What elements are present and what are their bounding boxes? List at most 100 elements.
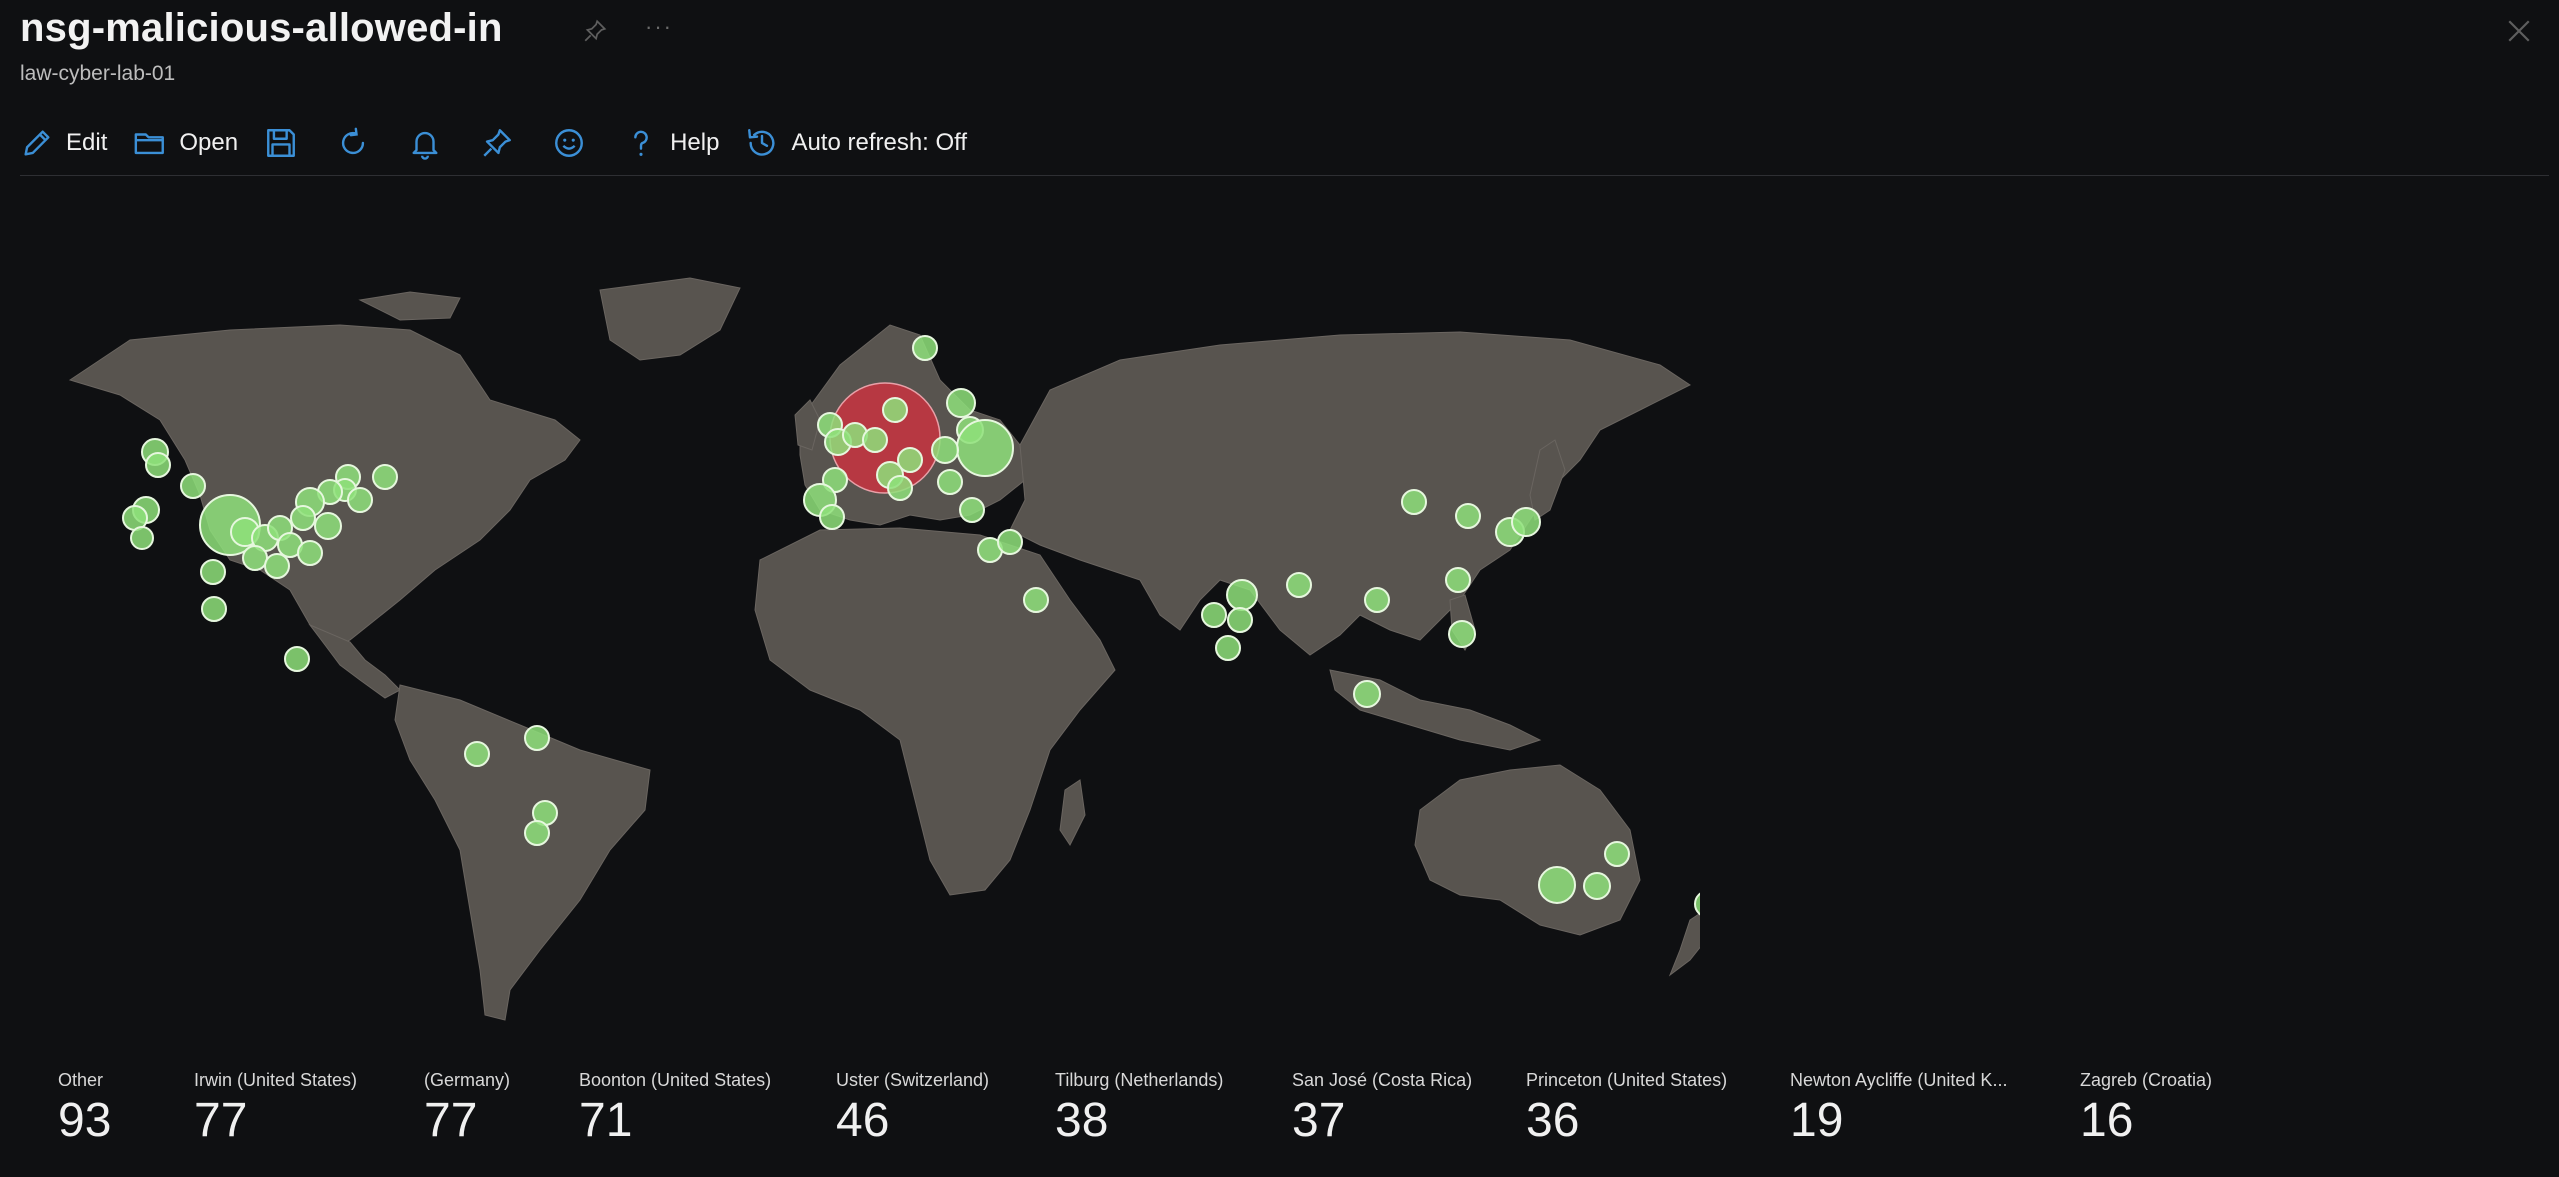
feedback-button[interactable] — [552, 118, 586, 168]
stat-label: Newton Aycliffe (United K... — [1790, 1070, 2008, 1090]
map-marker[interactable] — [1226, 579, 1258, 611]
stat-label: Tilburg (Netherlands) — [1055, 1070, 1224, 1090]
map-marker[interactable] — [1538, 866, 1576, 904]
stat-value: 36 — [1526, 1094, 1580, 1147]
alert-button[interactable] — [408, 118, 442, 168]
map-marker[interactable] — [1364, 587, 1390, 613]
auto-refresh-button[interactable]: Auto refresh: Off — [745, 118, 967, 168]
stat-value: 16 — [2080, 1094, 2134, 1147]
map-marker[interactable] — [180, 473, 206, 499]
map-marker[interactable] — [1604, 841, 1630, 867]
stat-tile[interactable]: Newton Aycliffe (United K... 19 — [1790, 1070, 2007, 1148]
new-zealand — [1668, 909, 1711, 977]
edit-label: Edit — [66, 129, 108, 156]
save-icon — [267, 129, 296, 157]
stat-value: 71 — [579, 1094, 633, 1147]
stat-label: Irwin (United States) — [194, 1070, 358, 1090]
top-locations-strip: Other 93 Irwin (United States) 77 (Germa… — [0, 1070, 2559, 1177]
stat-tile[interactable]: Other 93 — [58, 1070, 111, 1148]
open-button[interactable]: Open — [133, 118, 238, 168]
help-label: Help — [670, 129, 720, 156]
map-marker[interactable] — [1201, 602, 1227, 628]
stat-value: 38 — [1055, 1094, 1109, 1147]
map-marker[interactable] — [1448, 620, 1476, 648]
map-marker[interactable] — [937, 469, 963, 495]
map-marker[interactable] — [284, 646, 310, 672]
map-marker[interactable] — [1694, 890, 1722, 918]
page-title: nsg-malicious-allowed-in — [20, 6, 503, 50]
map-marker[interactable] — [1455, 503, 1481, 529]
map-marker[interactable] — [1353, 680, 1381, 708]
map-marker[interactable] — [524, 725, 550, 751]
map-marker[interactable] — [1445, 567, 1471, 593]
map-marker[interactable] — [524, 820, 550, 846]
pin-to-dashboard-button[interactable] — [480, 118, 514, 168]
map-marker[interactable] — [372, 464, 398, 490]
stat-value: 37 — [1292, 1094, 1346, 1147]
pin-icon[interactable] — [582, 18, 608, 44]
map-marker[interactable] — [1023, 587, 1049, 613]
pin-icon — [483, 129, 512, 157]
stat-tile[interactable]: San José (Costa Rica) 37 — [1292, 1070, 1472, 1148]
toolbar-divider — [20, 175, 2549, 176]
map-marker[interactable] — [1227, 607, 1253, 633]
stat-label: Zagreb (Croatia) — [2080, 1070, 2213, 1090]
map-marker[interactable] — [297, 540, 323, 566]
save-button[interactable] — [264, 118, 298, 168]
map-marker[interactable] — [290, 505, 316, 531]
map-marker[interactable] — [200, 559, 226, 585]
map-marker[interactable] — [1511, 507, 1541, 537]
map-marker[interactable] — [314, 512, 342, 540]
map-marker[interactable] — [1286, 572, 1312, 598]
open-label: Open — [179, 129, 239, 156]
map-marker[interactable] — [201, 596, 227, 622]
map-marker[interactable] — [242, 545, 268, 571]
stat-value: 46 — [836, 1094, 890, 1147]
refresh-icon — [341, 127, 365, 155]
folder-icon — [134, 133, 165, 155]
map-marker[interactable] — [1583, 872, 1611, 900]
world-map[interactable] — [40, 270, 1722, 1060]
map-marker[interactable] — [997, 529, 1023, 555]
stat-label: (Germany) — [424, 1070, 511, 1090]
map-marker[interactable] — [959, 497, 985, 523]
map-marker[interactable] — [931, 436, 959, 464]
help-button[interactable]: Help — [624, 118, 719, 168]
question-icon — [634, 130, 648, 156]
map-marker[interactable] — [887, 475, 913, 501]
madagascar — [1059, 779, 1086, 846]
map-marker[interactable] — [956, 419, 1014, 477]
stat-tile[interactable]: Boonton (United States) 71 — [579, 1070, 771, 1148]
stat-tile[interactable]: Irwin (United States) 77 — [194, 1070, 357, 1148]
stat-label: Other — [58, 1070, 104, 1090]
edit-button[interactable]: Edit — [20, 118, 107, 168]
map-marker[interactable] — [819, 504, 845, 530]
stat-tile[interactable]: Uster (Switzerland) 46 — [836, 1070, 989, 1148]
map-marker[interactable] — [1215, 635, 1241, 661]
map-marker[interactable] — [130, 526, 154, 550]
refresh-button[interactable] — [336, 118, 370, 168]
map-marker[interactable] — [464, 741, 490, 767]
map-marker[interactable] — [1401, 489, 1427, 515]
stat-tile[interactable]: Tilburg (Netherlands) 38 — [1055, 1070, 1223, 1148]
bell-alert-icon — [412, 131, 438, 160]
map-marker[interactable] — [912, 335, 938, 361]
map-marker[interactable] — [946, 388, 976, 418]
map-marker[interactable] — [862, 427, 888, 453]
more-options-icon[interactable]: ··· — [645, 14, 673, 40]
map-marker[interactable] — [347, 487, 373, 513]
close-icon[interactable] — [2506, 18, 2532, 44]
map-marker[interactable] — [145, 452, 171, 478]
greenland — [599, 277, 741, 361]
continent-south-america — [394, 684, 651, 1021]
stat-tile[interactable]: (Germany) 77 — [424, 1070, 510, 1148]
stat-tile[interactable]: Zagreb (Croatia) 16 — [2080, 1070, 2212, 1148]
stat-value: 19 — [1790, 1094, 1844, 1147]
map-marker[interactable] — [882, 397, 908, 423]
stat-tile[interactable]: Princeton (United States) 36 — [1526, 1070, 1727, 1148]
map-marker[interactable] — [264, 553, 290, 579]
workspace-subtitle: law-cyber-lab-01 — [20, 62, 176, 85]
continent-asia — [1009, 331, 1691, 656]
toolbar: Edit Open Help Auto refresh: Off — [20, 118, 993, 168]
pencil-icon — [24, 130, 50, 156]
